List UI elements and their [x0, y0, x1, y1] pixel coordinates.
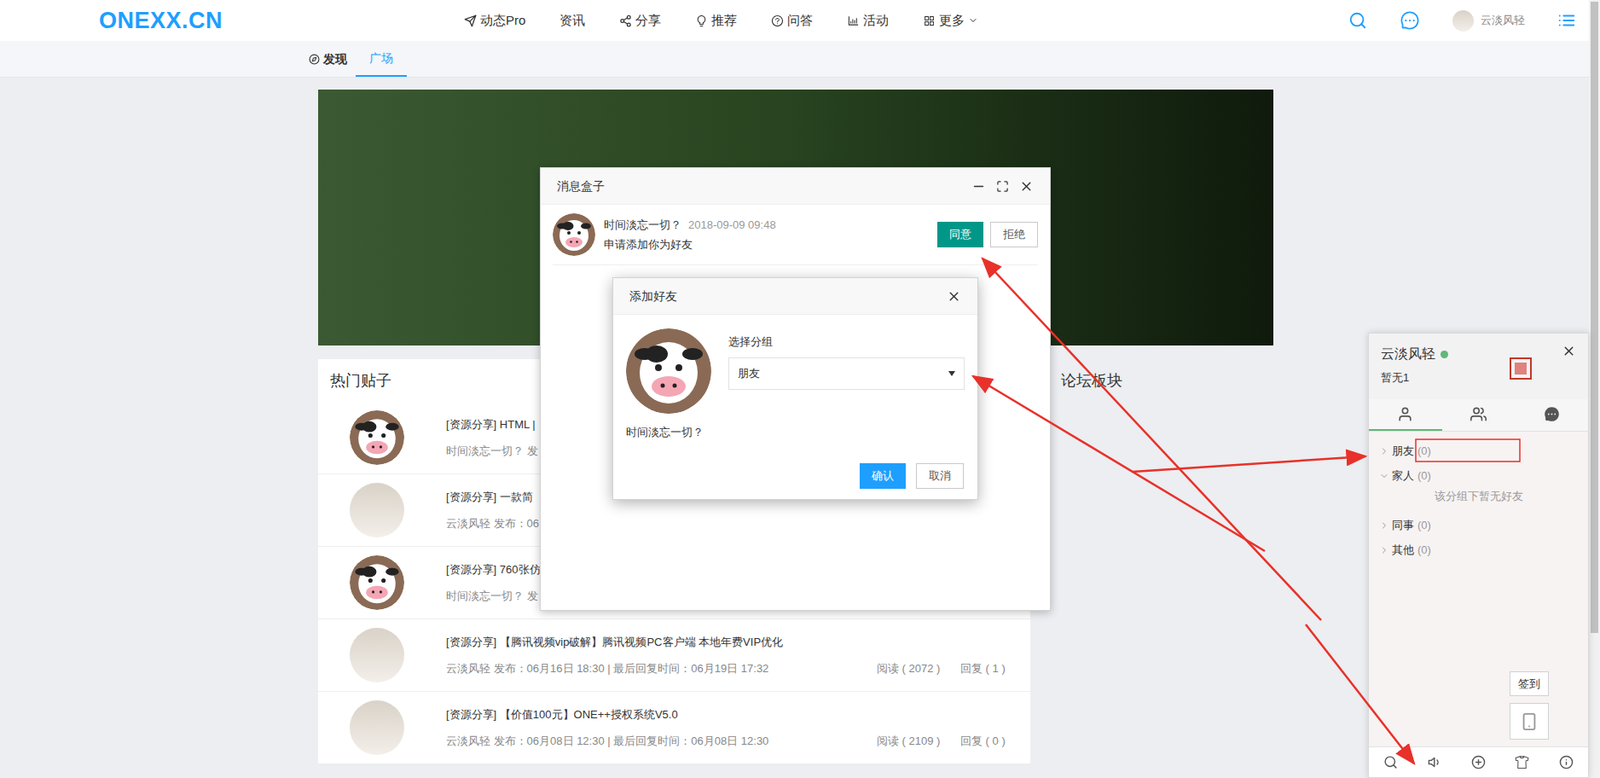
chevron-right-icon: [1379, 520, 1390, 531]
phone-icon: [1519, 712, 1539, 731]
maximize-icon[interactable]: [996, 179, 1009, 193]
user-photo: [349, 627, 405, 683]
skin-icon[interactable]: [1514, 754, 1530, 770]
user-photo: [349, 700, 405, 755]
search-icon[interactable]: [1348, 11, 1368, 30]
add-icon[interactable]: [1471, 754, 1486, 770]
im-tabs: [1368, 399, 1589, 432]
close-icon[interactable]: [1561, 343, 1577, 359]
forum-panel: 论坛板块: [1050, 359, 1274, 402]
friend-group[interactable]: 朋友(0): [1379, 438, 1578, 464]
top-nav: ONEXX.CN 动态Pro 资讯 分享 推荐 问答 活动 更多 云淡风轻: [0, 0, 1589, 41]
nav-item-icon: [695, 14, 708, 28]
friend-group[interactable]: 同事(0): [1379, 513, 1578, 539]
chevron-right-icon: [1379, 446, 1390, 457]
nav-item-icon: [922, 14, 936, 28]
close-icon[interactable]: [946, 289, 962, 304]
user-photo: [1452, 10, 1474, 32]
reject-button[interactable]: 拒绝: [990, 221, 1038, 248]
nav-item-icon: [846, 14, 860, 28]
accept-button[interactable]: 同意: [937, 221, 984, 248]
list-icon[interactable]: [1557, 11, 1577, 30]
page: ONEXX.CN动态Pro资讯分享推荐问答活动更多云淡风轻发现广场热门贴子[资源…: [0, 0, 1600, 778]
im-panel: 云淡风轻暂无1 朋友(0)家人(0)该分组下暂无好友同事(0)其他(0) 签到: [1368, 332, 1589, 778]
subnav-title[interactable]: 发现: [308, 40, 356, 77]
minimize-icon[interactable]: [971, 179, 986, 194]
chats-icon: [1543, 405, 1560, 423]
chevron-down-icon: [968, 15, 979, 26]
info-icon[interactable]: [1559, 754, 1574, 770]
user-photo: [349, 482, 405, 538]
nav-item[interactable]: 活动: [846, 11, 889, 31]
post-row[interactable]: [资源分享] 【价值100元】ONE++授权系统V5.0云淡风轻 发布：06月0…: [318, 691, 1031, 765]
cow-avatar-icon: [626, 328, 712, 414]
search-icon[interactable]: [1383, 754, 1398, 770]
status-dot: [1440, 350, 1449, 359]
im-tab[interactable]: [1368, 399, 1443, 431]
seal-icon: [1509, 357, 1532, 380]
chevron-right-icon: [1379, 544, 1390, 556]
nav-item[interactable]: 分享: [619, 11, 661, 31]
nav-item[interactable]: 更多: [922, 11, 979, 31]
im-toolbar: [1368, 746, 1589, 777]
dialog-titlebar[interactable]: 添加好友: [613, 278, 978, 315]
close-icon[interactable]: [1019, 179, 1034, 194]
friend-group[interactable]: 其他(0): [1379, 538, 1578, 563]
speaker-icon[interactable]: [1427, 754, 1443, 770]
groups-icon: [1470, 405, 1487, 423]
group-select[interactable]: 朋友: [728, 357, 965, 390]
im-tab[interactable]: [1442, 399, 1516, 431]
nav-item-icon: [463, 14, 477, 28]
nav-item[interactable]: 问答: [771, 11, 813, 31]
confirm-button[interactable]: 确认: [859, 463, 906, 489]
dialog-titlebar[interactable]: 消息盒子: [540, 168, 1050, 205]
post-row[interactable]: [资源分享] 【腾讯视频vip破解】腾讯视频PC客户端 本地年费VIP优化云淡风…: [318, 619, 1031, 692]
message-item: 时间淡忘一切？2018-09-09 09:48申请添加你为好友同意拒绝: [552, 204, 1038, 266]
nav-item[interactable]: 资讯: [559, 11, 586, 31]
user-menu[interactable]: 云淡风轻: [1452, 10, 1525, 32]
nav-item-icon: [619, 14, 632, 28]
add-friend-dialog: 添加好友时间淡忘一切？选择分组朋友确认取消: [612, 277, 979, 500]
friend-group[interactable]: 家人(0)该分组下暂无好友: [1379, 463, 1578, 514]
cow-avatar-icon: [349, 555, 405, 610]
sign-in-button[interactable]: 签到: [1509, 671, 1549, 696]
nav-item[interactable]: 推荐: [695, 11, 737, 31]
logo[interactable]: ONEXX.CN: [98, 7, 223, 34]
chevron-down-icon: [1379, 470, 1390, 482]
cow-avatar-icon: [552, 213, 596, 256]
cow-avatar-icon: [349, 410, 405, 465]
chat-icon[interactable]: [1399, 10, 1421, 31]
subnav-tab[interactable]: 广场: [355, 40, 407, 77]
sub-nav: 发现广场: [0, 40, 1589, 78]
scrollbar[interactable]: [1588, 0, 1600, 778]
friends-icon: [1397, 405, 1414, 423]
compass-icon: [308, 53, 320, 65]
im-tab[interactable]: [1514, 399, 1589, 431]
nav-item-icon: [771, 14, 784, 28]
nav-item[interactable]: 动态Pro: [463, 11, 526, 31]
cancel-button[interactable]: 取消: [915, 463, 964, 489]
annotation-arrows: [0, 0, 1600, 778]
mobile-button[interactable]: [1509, 702, 1549, 740]
caret-down-icon: [948, 371, 956, 377]
im-header: 云淡风轻暂无1: [1368, 333, 1589, 400]
